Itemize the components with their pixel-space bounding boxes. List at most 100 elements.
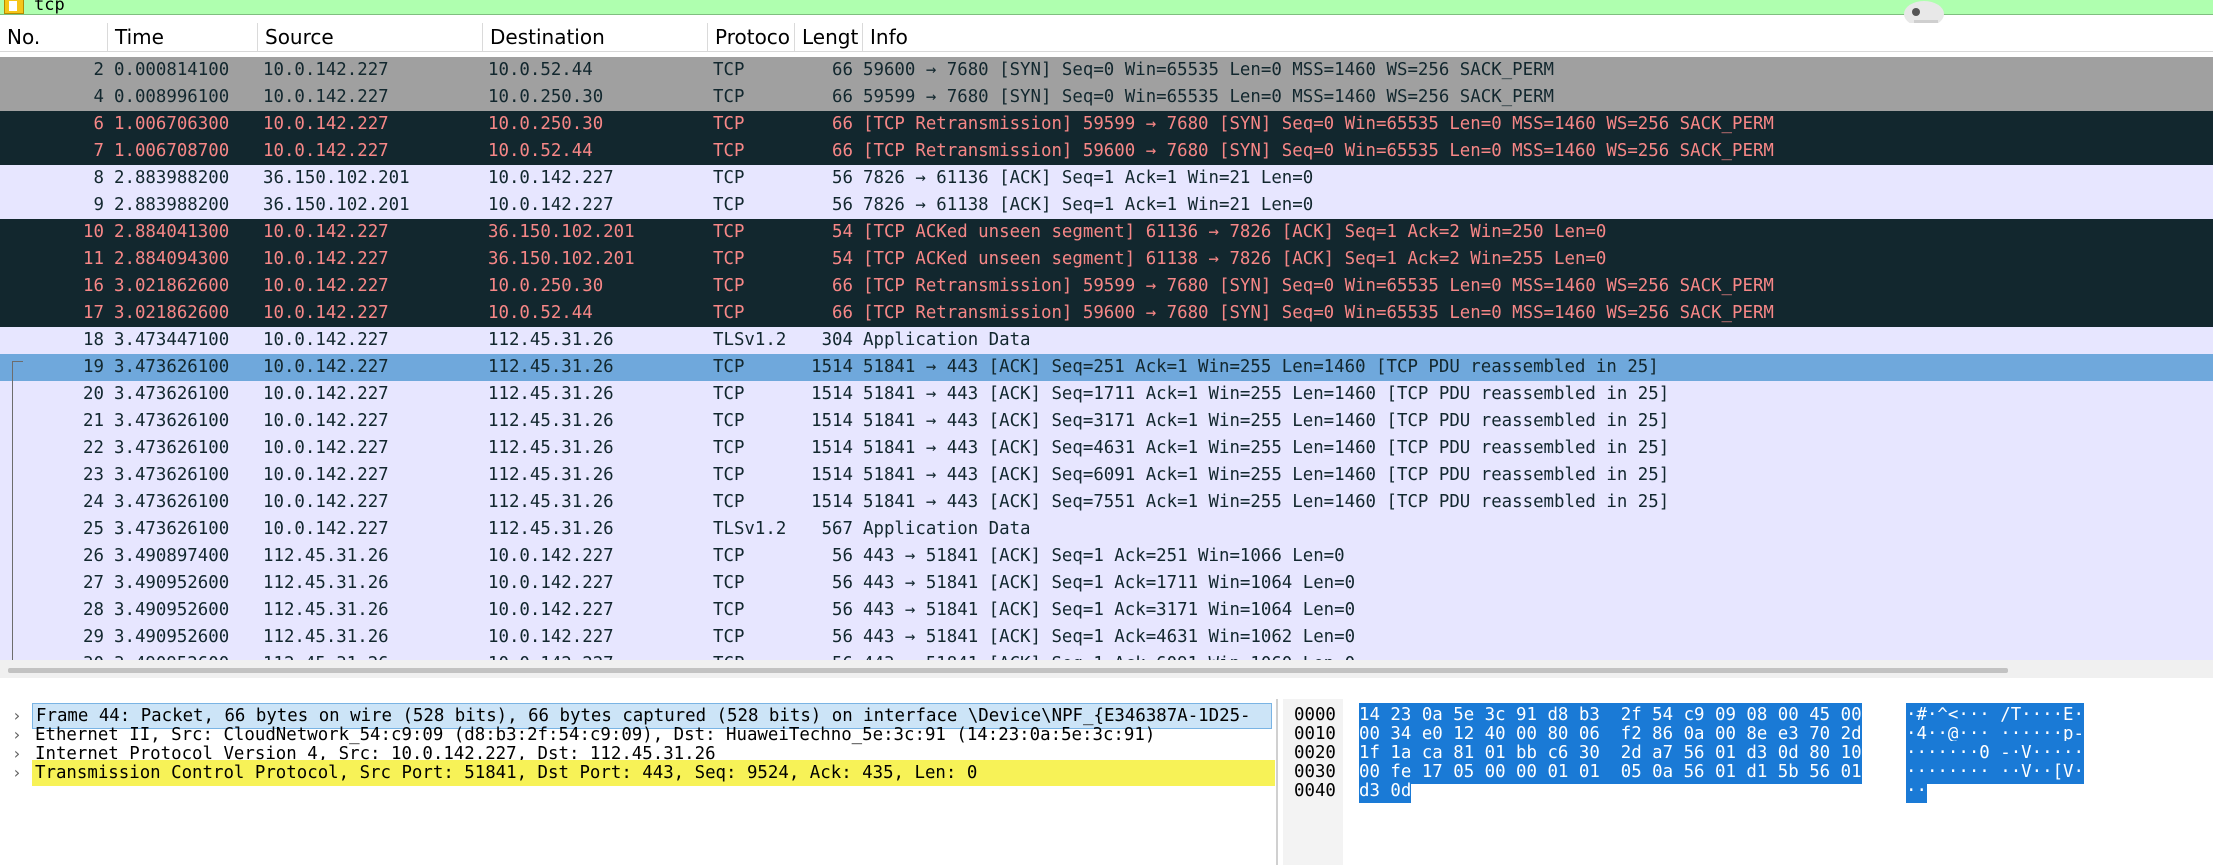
packet-source: 10.0.142.227 <box>263 438 389 458</box>
packet-row[interactable]: 9 2.883988200 36.150.102.201 10.0.142.227 TC… <box>0 192 2213 219</box>
expand-chevron-icon[interactable]: › <box>12 760 22 786</box>
packet-row[interactable]: 4 0.008996100 10.0.142.227 10.0.250.30 TCP 66… <box>0 84 2213 111</box>
packet-length: 54 <box>832 222 853 242</box>
packet-time: 0.008996100 <box>114 87 230 107</box>
packet-destination: 10.0.52.44 <box>488 60 593 80</box>
packet-row[interactable]: 7 1.006708700 10.0.142.227 10.0.52.44 TCP 66 [… <box>0 138 2213 165</box>
packet-row[interactable]: 6 1.006706300 10.0.142.227 10.0.250.30 TCP 66… <box>0 111 2213 138</box>
packet-list-scrollbar[interactable] <box>0 660 2213 678</box>
column-header-protocol[interactable]: Protoco <box>708 23 795 51</box>
packet-source: 10.0.142.227 <box>263 492 389 512</box>
packet-time: 1.006708700 <box>114 141 230 161</box>
packet-protocol: TCP <box>713 303 745 323</box>
detail-tree-item[interactable]: › Transmission Control Protocol, Src Port… <box>0 760 1276 786</box>
packet-row[interactable]: 2 0.000814100 10.0.142.227 10.0.52.44 TCP 66 5… <box>0 57 2213 84</box>
packet-no: 2 <box>93 60 104 80</box>
packet-length: 66 <box>832 303 853 323</box>
packet-source: 10.0.142.227 <box>263 222 389 242</box>
column-header-time[interactable]: Time <box>108 23 258 51</box>
packet-row[interactable]: 11 2.884094300 10.0.142.227 36.150.102.201 T… <box>0 246 2213 273</box>
packet-row[interactable]: 21 3.473626100 10.0.142.227 112.45.31.26 TCP… <box>0 408 2213 435</box>
packet-source: 10.0.142.227 <box>263 249 389 269</box>
packet-row[interactable]: 18 3.473447100 10.0.142.227 112.45.31.26 TLS… <box>0 327 2213 354</box>
packet-time: 3.473626100 <box>114 519 230 539</box>
packet-info: [TCP Retransmission] 59600 → 7680 [SYN] … <box>863 303 1774 323</box>
packet-destination: 112.45.31.26 <box>488 519 614 539</box>
packet-destination: 10.0.142.227 <box>488 195 614 215</box>
packet-row[interactable]: 22 3.473626100 10.0.142.227 112.45.31.26 TCP… <box>0 435 2213 462</box>
bookmark-icon[interactable] <box>4 0 24 14</box>
column-header-info[interactable]: Info <box>863 23 2213 51</box>
packet-destination: 112.45.31.26 <box>488 465 614 485</box>
packet-destination: 10.0.142.227 <box>488 573 614 593</box>
packet-source: 10.0.142.227 <box>263 465 389 485</box>
packet-source: 10.0.142.227 <box>263 87 389 107</box>
packet-length: 66 <box>832 114 853 134</box>
packet-time: 2.884041300 <box>114 222 230 242</box>
packet-source: 10.0.142.227 <box>263 519 389 539</box>
byte-ascii: ·· <box>1906 779 1927 803</box>
packet-source: 10.0.142.227 <box>263 60 389 80</box>
packet-protocol: TCP <box>713 168 745 188</box>
packet-list[interactable]: No. Time Source Destination Protoco Leng… <box>0 15 2213 662</box>
scrollbar-thumb[interactable] <box>8 668 2008 673</box>
packet-info: 443 → 51841 [ACK] Seq=1 Ack=1711 Win=106… <box>863 573 1356 593</box>
packet-time: 3.473626100 <box>114 492 230 512</box>
packet-row[interactable]: 26 3.490897400 112.45.31.26 10.0.142.227 TCP… <box>0 543 2213 570</box>
packet-protocol: TCP <box>713 60 745 80</box>
packet-protocol: TCP <box>713 546 745 566</box>
packet-row[interactable]: 16 3.021862600 10.0.142.227 10.0.250.30 TCP 6… <box>0 273 2213 300</box>
packet-time: 3.021862600 <box>114 303 230 323</box>
packet-length: 66 <box>832 87 853 107</box>
packet-info: 51841 → 443 [ACK] Seq=4631 Ack=1 Win=255… <box>863 438 1670 458</box>
packet-row[interactable]: 25 3.473626100 10.0.142.227 112.45.31.26 TLS… <box>0 516 2213 543</box>
packet-row[interactable]: 28 3.490952600 112.45.31.26 10.0.142.227 TCP… <box>0 597 2213 624</box>
packet-protocol: TCP <box>713 384 745 404</box>
packet-row[interactable]: 29 3.490952600 112.45.31.26 10.0.142.227 TCP… <box>0 624 2213 651</box>
packet-protocol: TCP <box>713 492 745 512</box>
packet-no: 10 <box>83 222 104 242</box>
packet-row[interactable]: 20 3.473626100 10.0.142.227 112.45.31.26 TCP… <box>0 381 2213 408</box>
packet-info: Application Data <box>863 519 1031 539</box>
packet-no: 11 <box>83 249 104 269</box>
packet-source: 10.0.142.227 <box>263 330 389 350</box>
column-header-destination[interactable]: Destination <box>483 23 708 51</box>
packet-info: 51841 → 443 [ACK] Seq=6091 Ack=1 Win=255… <box>863 465 1670 485</box>
packet-time: 3.473626100 <box>114 438 230 458</box>
display-filter-input[interactable]: tcp <box>34 0 65 14</box>
column-header-length[interactable]: Lengt <box>795 23 863 51</box>
column-header-source[interactable]: Source <box>258 23 483 51</box>
packet-source: 10.0.142.227 <box>263 384 389 404</box>
packet-protocol: TCP <box>713 465 745 485</box>
packet-info: 51841 → 443 [ACK] Seq=251 Ack=1 Win=255 … <box>863 357 1659 377</box>
packet-no: 18 <box>83 330 104 350</box>
packet-row[interactable]: 10 2.884041300 10.0.142.227 36.150.102.201 T… <box>0 219 2213 246</box>
packet-row[interactable]: 27 3.490952600 112.45.31.26 10.0.142.227 TCP… <box>0 570 2213 597</box>
packet-time: 3.473447100 <box>114 330 230 350</box>
packet-protocol: TCP <box>713 276 745 296</box>
column-header-no[interactable]: No. <box>0 23 108 51</box>
packet-row[interactable]: 24 3.473626100 10.0.142.227 112.45.31.26 TCP… <box>0 489 2213 516</box>
packet-time: 3.490952600 <box>114 573 230 593</box>
packet-row[interactable]: 19 3.473626100 10.0.142.227 112.45.31.26 TCP… <box>0 354 2213 381</box>
packet-row[interactable]: 17 3.021862600 10.0.142.227 10.0.52.44 TCP 66… <box>0 300 2213 327</box>
packet-time: 3.490952600 <box>114 600 230 620</box>
packet-protocol: TCP <box>713 600 745 620</box>
packet-time: 3.473626100 <box>114 357 230 377</box>
packet-length: 1514 <box>811 465 853 485</box>
packet-length: 1514 <box>811 357 853 377</box>
packet-destination: 10.0.142.227 <box>488 546 614 566</box>
packet-protocol: TCP <box>713 573 745 593</box>
packet-protocol: TCP <box>713 438 745 458</box>
packet-source: 112.45.31.26 <box>263 546 389 566</box>
packet-protocol: TCP <box>713 357 745 377</box>
packet-bytes-pane: 0000 14 23 0a 5e 3c 91 d8 b3 2f 54 c9 09 … <box>1280 699 2213 865</box>
packet-destination: 112.45.31.26 <box>488 384 614 404</box>
packet-row[interactable]: 8 2.883988200 36.150.102.201 10.0.142.227 TC… <box>0 165 2213 192</box>
packet-row[interactable]: 23 3.473626100 10.0.142.227 112.45.31.26 TCP… <box>0 462 2213 489</box>
packet-protocol: TCP <box>713 141 745 161</box>
packet-info: 443 → 51841 [ACK] Seq=1 Ack=251 Win=1066… <box>863 546 1345 566</box>
packet-time: 3.490952600 <box>114 627 230 647</box>
packet-source: 10.0.142.227 <box>263 411 389 431</box>
packet-destination: 112.45.31.26 <box>488 492 614 512</box>
